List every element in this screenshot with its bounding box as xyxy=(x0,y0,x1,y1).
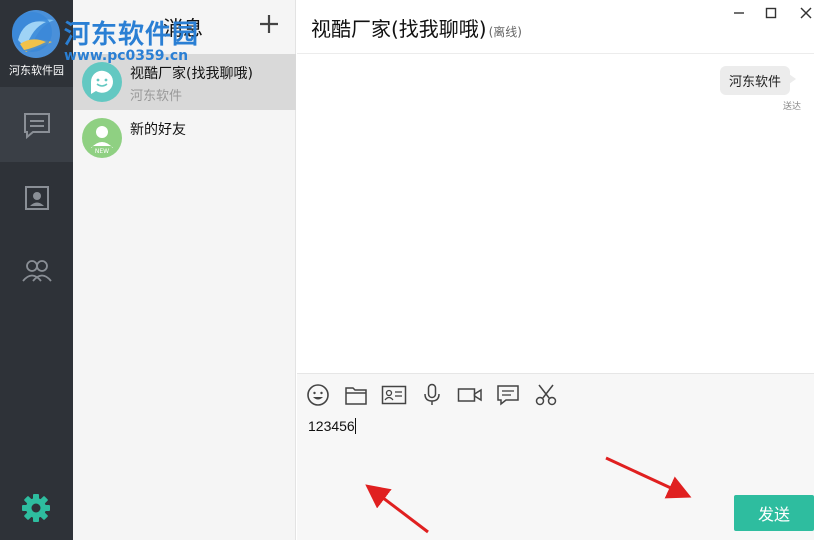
plus-icon xyxy=(260,15,278,33)
screenshot-button[interactable] xyxy=(533,382,559,408)
user-avatar[interactable] xyxy=(8,6,64,62)
new-friend-avatar-icon: NEW xyxy=(91,126,113,155)
emoji-icon xyxy=(307,384,329,406)
chat-header: 视酷厂家(找我聊哦) (离线) xyxy=(297,0,814,54)
conversation-preview: 河东软件 xyxy=(130,89,183,104)
contact-card-icon xyxy=(24,185,49,210)
maximize-icon xyxy=(765,7,777,19)
settings-button[interactable] xyxy=(18,490,54,526)
minimize-button[interactable] xyxy=(727,4,751,22)
card-button[interactable] xyxy=(381,382,407,408)
message-template-button[interactable] xyxy=(495,382,521,408)
emoji-button[interactable] xyxy=(305,382,331,408)
chat-status: (离线) xyxy=(488,25,522,39)
list-header: 消息 xyxy=(73,0,296,54)
video-icon xyxy=(457,388,482,402)
microphone-icon xyxy=(424,383,440,405)
composer: 123456 发送 xyxy=(297,373,814,540)
add-button[interactable] xyxy=(255,10,283,38)
business-card-icon xyxy=(381,385,407,405)
chat-bubble-icon xyxy=(23,112,50,139)
conversation-item[interactable]: 视酷厂家(找我聊哦) 河东软件 xyxy=(73,54,296,110)
close-icon xyxy=(800,7,812,19)
chat-title: 视酷厂家(找我聊哦) (离线) xyxy=(311,13,522,42)
conversation-list: 消息 视酷厂家(找我聊哦) 河东软件 NEW 新的好友 xyxy=(73,0,296,540)
conversation-name: 视酷厂家(找我聊哦) xyxy=(130,66,253,82)
nav-rail: 河东软件园 xyxy=(0,0,73,540)
message-area: 河东软件 送达 xyxy=(297,55,814,373)
folder-icon xyxy=(345,387,367,405)
text-caret xyxy=(354,418,356,434)
chat-contact-name: 视酷厂家(找我聊哦) xyxy=(311,17,487,41)
message-status: 送达 xyxy=(782,102,801,112)
message-bubble: 河东软件 xyxy=(719,66,797,95)
nav-contacts[interactable] xyxy=(0,160,73,235)
maximize-button[interactable] xyxy=(759,4,783,22)
user-avatar-icon xyxy=(12,10,60,58)
gear-icon xyxy=(22,494,50,522)
video-button[interactable] xyxy=(457,382,483,408)
list-title: 消息 xyxy=(163,16,203,40)
group-icon xyxy=(21,259,52,282)
smiley-avatar-icon xyxy=(90,70,113,94)
message-input[interactable]: 123456 xyxy=(308,418,798,488)
scissors-icon xyxy=(535,384,557,406)
contact-avatar xyxy=(82,62,122,102)
file-button[interactable] xyxy=(343,382,369,408)
user-name: 河东软件园 xyxy=(9,64,64,77)
minimize-icon xyxy=(734,12,744,14)
chat-icon xyxy=(497,385,519,406)
send-button[interactable]: 发送 xyxy=(734,495,814,531)
nav-chats[interactable] xyxy=(0,87,73,162)
nav-groups[interactable] xyxy=(0,233,73,308)
message-input-value: 123456 xyxy=(308,418,355,434)
conversation-name: 新的好友 xyxy=(130,122,186,138)
conversation-item[interactable]: NEW 新的好友 xyxy=(73,110,296,166)
composer-toolbar xyxy=(305,382,559,408)
close-button[interactable] xyxy=(794,4,814,22)
voice-button[interactable] xyxy=(419,382,445,408)
new-badge: NEW xyxy=(95,148,109,155)
contact-avatar: NEW xyxy=(82,118,122,158)
